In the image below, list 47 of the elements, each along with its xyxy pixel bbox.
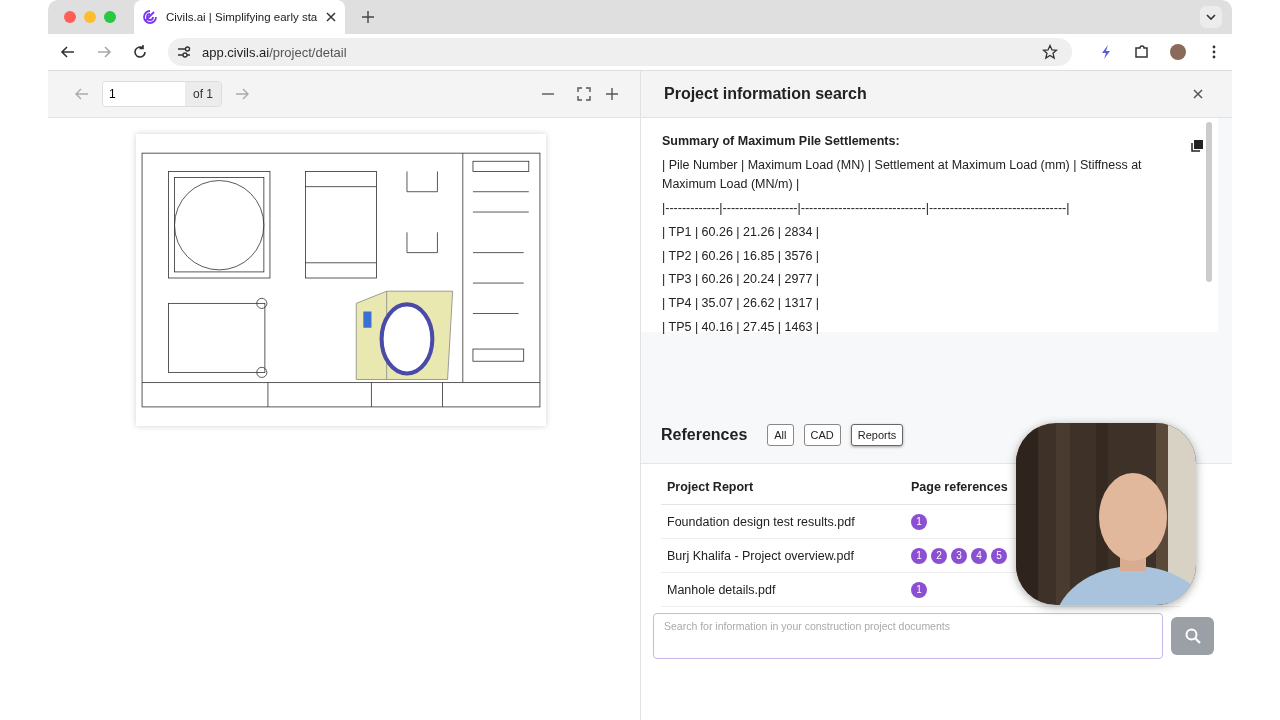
filter-button[interactable]: Reports (850, 424, 904, 446)
file-name-link[interactable]: Burj Khalifa - Project overview.pdf (661, 538, 905, 573)
answer-line: | TP3 | 60.26 | 20.24 | 2977 | (662, 271, 821, 289)
site-settings-icon[interactable] (176, 44, 192, 60)
search-button[interactable] (1171, 617, 1214, 655)
fullscreen-icon[interactable] (576, 86, 592, 102)
page-reference-badge[interactable]: 1 (911, 581, 927, 598)
close-icon[interactable] (1192, 88, 1204, 100)
url-text: app.civils.ai/project/detail (202, 44, 347, 60)
scrollbar-thumb[interactable] (1206, 122, 1212, 282)
filter-button[interactable]: All (767, 424, 794, 446)
page-reference-badge[interactable]: 3 (951, 547, 967, 564)
search-field[interactable]: Search for information in your construction project documents (653, 613, 1163, 659)
tab-title: Civils.ai | Simplifying early sta (166, 11, 318, 23)
zoom-in-icon[interactable] (604, 86, 620, 102)
reload-icon[interactable] (132, 44, 148, 60)
page-reference-badge[interactable]: 1 (911, 513, 927, 530)
page-reference-badge[interactable]: 2 (931, 547, 947, 564)
answer-line: | Pile Number | Maximum Load (MN) | Settlement at Maximum Load (mm) | Stiffness at Maximum Load (MN/m) | (662, 156, 1143, 194)
profile-avatar[interactable] (1170, 44, 1186, 60)
answer-line: | TP2 | 60.26 | 16.85 | 3576 | (662, 247, 821, 265)
swirl-logo-icon (142, 9, 158, 25)
references-title: References (661, 426, 748, 444)
browser-tab[interactable]: Civils.ai | Simplifying early sta (134, 0, 346, 34)
star-icon[interactable] (1042, 44, 1058, 60)
close-window-icon[interactable] (64, 11, 76, 23)
answer-line: | TP4 | 35.07 | 26.62 | 1317 | (662, 294, 821, 312)
answer-line: Summary of Maximum Pile Settlements: (662, 133, 901, 150)
answer-line: | TP5 | 40.16 | 27.45 | 1463 | (662, 318, 821, 336)
panel-title: Project information search (664, 85, 867, 103)
page-reference-badge[interactable]: 1 (911, 547, 927, 564)
column-header: Project Report (661, 474, 905, 505)
address-bar[interactable]: app.civils.ai/project/detail (168, 38, 1072, 66)
forward-arrow-icon[interactable] (96, 44, 112, 60)
answer-line: | TP1 | 60.26 | 21.26 | 2834 | (662, 223, 821, 241)
close-icon[interactable] (325, 11, 338, 23)
chevron-down-icon[interactable] (1200, 6, 1222, 28)
file-name-link[interactable]: Manhole details.pdf (661, 572, 905, 607)
file-name-link[interactable]: Foundation design test results.pdf (661, 504, 905, 539)
plus-icon[interactable] (361, 10, 376, 24)
page-reference-badge[interactable]: 5 (991, 547, 1007, 564)
page-reference-badge[interactable]: 4 (971, 547, 987, 564)
copy-icon[interactable] (1189, 138, 1205, 154)
back-arrow-icon[interactable] (60, 44, 76, 60)
search-icon (1183, 627, 1202, 645)
answer-line: |-------------|------------------|------------------------------|---------------------------------| (662, 200, 1071, 218)
filter-button[interactable]: CAD (803, 424, 841, 446)
